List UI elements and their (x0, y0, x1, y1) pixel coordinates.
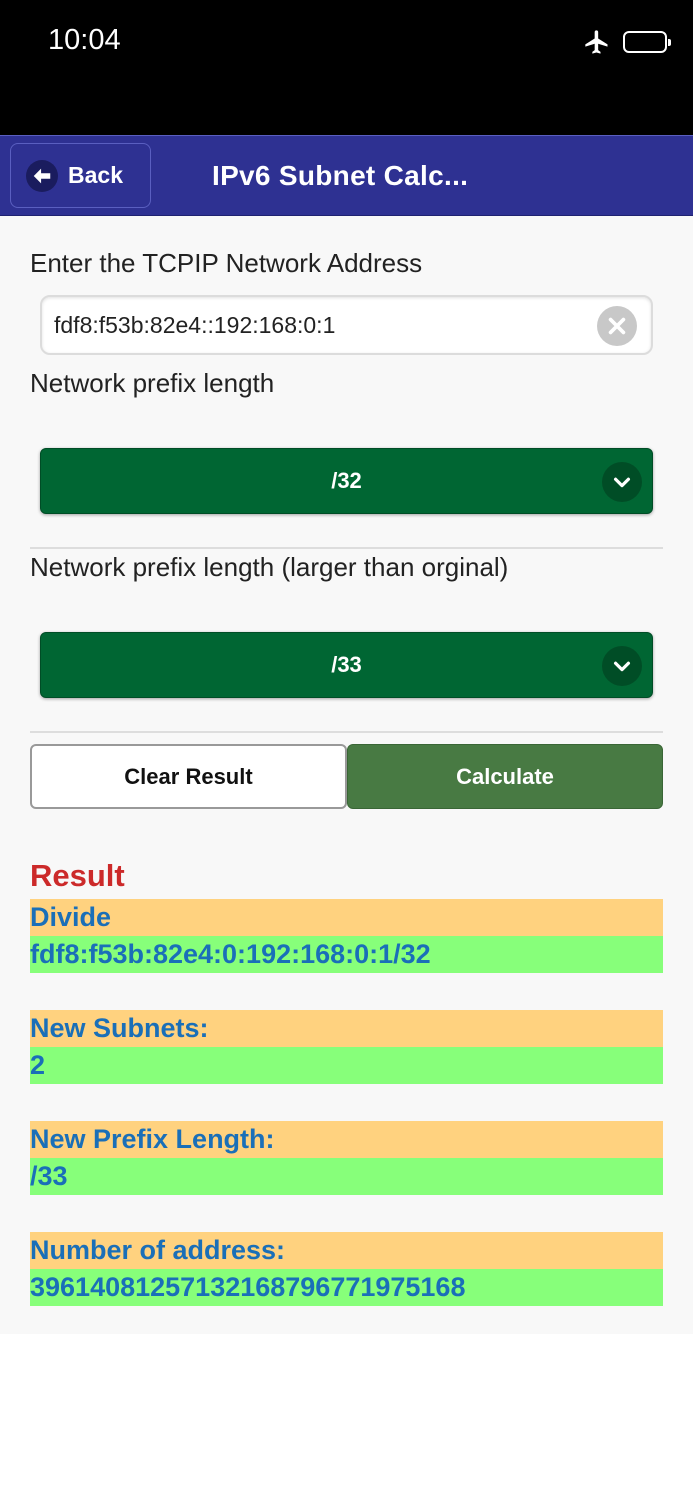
result-label: New Subnets: (30, 1010, 663, 1047)
nav-header: Back IPv6 Subnet Calc... (0, 135, 693, 216)
arrow-left-icon (26, 159, 58, 192)
result-title: Result (30, 858, 125, 893)
prefix-select-value: /32 (331, 468, 362, 493)
clear-result-button[interactable]: Clear Result (30, 744, 347, 809)
new-prefix-label: Network prefix length (larger than orgin… (30, 552, 509, 582)
airplane-icon (583, 28, 611, 56)
result-label: New Prefix Length: (30, 1121, 663, 1158)
clear-x-icon[interactable] (597, 306, 637, 346)
calculate-button[interactable]: Calculate (347, 744, 663, 809)
result-new-prefix-length: New Prefix Length: /33 (30, 1121, 663, 1195)
address-input[interactable] (54, 297, 594, 353)
status-bar: 10:04 (0, 0, 693, 135)
new-prefix-select-value: /33 (331, 652, 362, 677)
page-title: IPv6 Subnet Calc... (212, 160, 469, 191)
result-value: /33 (30, 1158, 663, 1195)
result-label: Number of address: (30, 1232, 663, 1269)
result-value: 39614081257132168796771975168 (30, 1269, 663, 1306)
result-number-of-address: Number of address: 396140812571321687967… (30, 1232, 663, 1306)
back-label: Back (68, 162, 123, 188)
divider (30, 547, 663, 549)
divider (30, 731, 663, 733)
result-new-subnets: New Subnets: 2 (30, 1010, 663, 1084)
status-icons (583, 28, 671, 56)
address-input-wrapper (40, 295, 653, 355)
result-value: fdf8:f53b:82e4:0:192:168:0:1/32 (30, 936, 663, 973)
result-value: 2 (30, 1047, 663, 1084)
new-prefix-select[interactable]: /33 (40, 632, 653, 698)
prefix-label: Network prefix length (30, 368, 275, 398)
battery-icon (623, 31, 671, 53)
result-label: Divide (30, 899, 663, 936)
chevron-down-icon (602, 462, 642, 502)
back-button[interactable]: Back (10, 143, 151, 208)
chevron-down-icon (602, 646, 642, 686)
prefix-select[interactable]: /32 (40, 448, 653, 514)
result-divide: Divide fdf8:f53b:82e4:0:192:168:0:1/32 (30, 899, 663, 973)
main-content: Enter the TCPIP Network Address Network … (0, 216, 693, 1334)
status-time: 10:04 (48, 24, 121, 56)
address-label: Enter the TCPIP Network Address (30, 248, 423, 278)
